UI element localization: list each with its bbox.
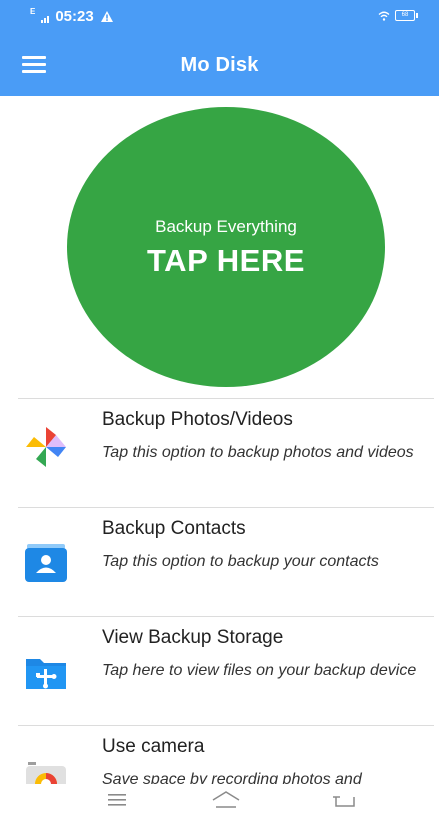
pinwheel-photos-icon	[26, 427, 66, 467]
option-description: Tap here to view files on your backup de…	[102, 662, 417, 679]
option-description: Tap this option to backup your contacts	[102, 553, 379, 570]
recent-apps-icon[interactable]	[97, 788, 137, 812]
option-backup-contacts[interactable]: Backup Contacts Tap this option to backu…	[18, 507, 434, 616]
wifi-icon	[378, 11, 390, 21]
battery-icon: 68	[395, 10, 418, 21]
option-title: View Backup Storage	[102, 627, 284, 648]
signal-icon	[41, 11, 50, 23]
backup-everything-button[interactable]: Backup Everything TAP HERE	[67, 107, 385, 387]
status-left: E 05:23	[30, 7, 114, 25]
home-icon[interactable]	[206, 788, 246, 812]
app-screen: E 05:23 68 Mo Disk Backup Everything TAP…	[0, 0, 439, 817]
option-title: Backup Contacts	[102, 518, 246, 539]
status-time: 05:23	[55, 8, 94, 25]
system-nav-bar	[0, 784, 439, 817]
option-title: Use camera	[102, 736, 205, 757]
battery-level: 68	[401, 12, 409, 18]
app-title: Mo Disk	[180, 54, 259, 76]
warning-icon	[100, 11, 113, 22]
option-title: Backup Photos/Videos	[102, 409, 293, 430]
tap-here-label: TAP HERE	[147, 243, 305, 278]
back-icon[interactable]	[324, 788, 364, 812]
option-description: Tap this option to backup photos and vid…	[102, 444, 414, 461]
app-bar: Mo Disk	[0, 36, 439, 96]
status-bar: E 05:23 68	[0, 0, 439, 36]
backup-everything-subtitle: Backup Everything	[155, 217, 297, 236]
network-type: E	[30, 7, 36, 16]
contacts-icon	[25, 544, 67, 582]
option-backup-photos[interactable]: Backup Photos/Videos Tap this option to …	[18, 398, 434, 507]
status-right: 68	[378, 10, 418, 21]
options-list: Backup Photos/Videos Tap this option to …	[18, 398, 434, 806]
usb-folder-icon	[26, 659, 66, 689]
option-view-storage[interactable]: View Backup Storage Tap here to view fil…	[18, 616, 434, 725]
